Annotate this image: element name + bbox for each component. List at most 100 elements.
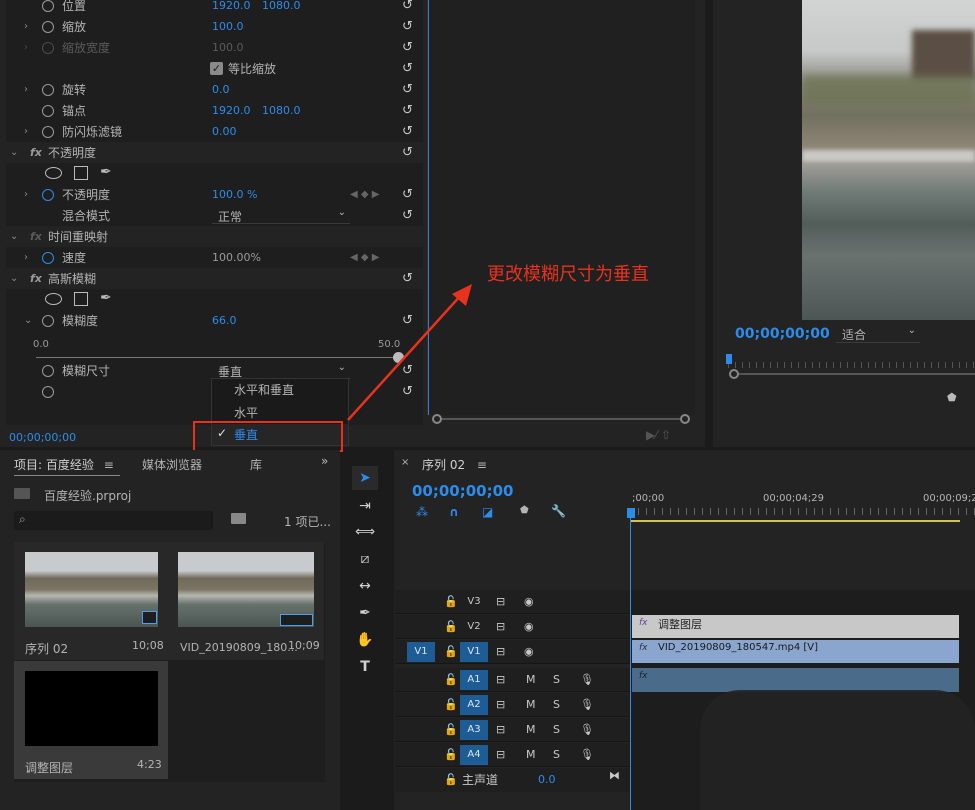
- reset-icon[interactable]: ↺: [402, 104, 416, 117]
- stopwatch-icon[interactable]: [42, 364, 54, 377]
- reset-icon[interactable]: ↺: [402, 125, 416, 138]
- reset-icon[interactable]: ↺: [402, 209, 416, 222]
- program-timecode[interactable]: 00;00;00;00: [735, 326, 830, 342]
- effect-timecode[interactable]: 00;00;00;00: [9, 431, 76, 444]
- sync-lock-icon[interactable]: ⊟: [496, 720, 505, 740]
- chevron-down-icon[interactable]: ⌄: [10, 273, 18, 284]
- tab-project[interactable]: 项目: 百度经验 ≡: [14, 456, 114, 473]
- mute-button[interactable]: M: [526, 670, 536, 690]
- blend-mode-select[interactable]: 正常 ⌄: [212, 207, 350, 224]
- chevron-right-icon[interactable]: ›: [24, 84, 34, 95]
- keyframe-nav[interactable]: ◀ ◆ ▶: [350, 189, 379, 200]
- bin-search-icon[interactable]: [231, 513, 246, 524]
- chevron-right-icon[interactable]: ›: [24, 21, 34, 32]
- overflow-icon[interactable]: »: [321, 454, 328, 468]
- solo-button[interactable]: S: [553, 745, 560, 765]
- stopwatch-icon[interactable]: [42, 0, 54, 12]
- add-marker-icon[interactable]: ⬟: [520, 505, 529, 516]
- ripple-edit-tool-icon[interactable]: ⟺: [352, 520, 378, 544]
- eye-icon[interactable]: ◉: [524, 617, 534, 637]
- lock-icon[interactable]: 🔓: [444, 720, 458, 740]
- pen-mask-icon[interactable]: ✒: [100, 164, 112, 180]
- ellipse-mask-icon[interactable]: [45, 293, 62, 305]
- wrench-icon[interactable]: 🔧: [551, 504, 566, 518]
- marker-icon[interactable]: ⬟: [947, 391, 957, 404]
- timeline-timecode[interactable]: 00;00;00;00: [412, 482, 514, 500]
- pen-tool-icon[interactable]: ✒: [352, 601, 378, 625]
- chevron-down-icon[interactable]: ⌄: [10, 147, 18, 158]
- program-zoom-handle[interactable]: [729, 369, 739, 379]
- sync-lock-icon[interactable]: ⊟: [496, 642, 505, 662]
- chevron-right-icon[interactable]: ›: [24, 189, 34, 200]
- lock-icon[interactable]: 🔓: [444, 592, 458, 612]
- keyframe-nav[interactable]: ◀ ◆ ▶: [350, 252, 379, 263]
- linked-selection-icon[interactable]: ◪: [482, 505, 493, 519]
- lock-icon[interactable]: 🔓: [444, 617, 458, 637]
- reset-icon[interactable]: ↺: [402, 41, 416, 54]
- mute-button[interactable]: M: [526, 695, 536, 715]
- ellipse-mask-icon[interactable]: [45, 167, 62, 179]
- reset-icon[interactable]: ↺: [402, 20, 416, 33]
- selection-tool-icon[interactable]: ➤: [352, 466, 378, 490]
- program-ruler[interactable]: [728, 356, 975, 368]
- reset-icon[interactable]: ↺: [402, 188, 416, 201]
- chevron-right-icon[interactable]: ›: [24, 126, 34, 137]
- sync-lock-icon[interactable]: ⊟: [496, 617, 505, 637]
- mute-button[interactable]: M: [526, 720, 536, 740]
- track-select-tool-icon[interactable]: ⇥: [352, 494, 378, 518]
- timeline-tab[interactable]: 序列 02 ≡: [422, 456, 487, 473]
- clip-video[interactable]: fx VID_20190809_180547.mp4 [V]: [632, 640, 959, 663]
- lock-icon[interactable]: 🔓: [444, 745, 458, 765]
- reset-icon[interactable]: ↺: [402, 62, 416, 75]
- eye-icon[interactable]: ◉: [524, 642, 534, 662]
- tab-library[interactable]: 库: [250, 456, 262, 473]
- rectangle-mask-icon[interactable]: [74, 292, 88, 306]
- timeline-ruler[interactable]: ;00;00 00;00;04;29 00;00;09;2: [630, 493, 975, 523]
- timeline-playhead-head[interactable]: [627, 508, 635, 518]
- dropdown-item-horizontal[interactable]: 水平: [234, 404, 258, 421]
- lock-icon[interactable]: 🔓: [444, 670, 458, 690]
- close-icon[interactable]: ×: [401, 457, 409, 468]
- stopwatch-icon[interactable]: [42, 314, 54, 327]
- lock-icon[interactable]: 🔓: [444, 642, 458, 662]
- hand-tool-icon[interactable]: ✋: [352, 628, 378, 652]
- pen-mask-icon[interactable]: ✒: [100, 290, 112, 306]
- dropdown-item-both[interactable]: 水平和垂直: [234, 381, 294, 398]
- clip-adjustment-layer[interactable]: fx 调整图层: [632, 615, 959, 638]
- razor-tool-icon[interactable]: ⧄: [352, 547, 378, 571]
- effect-export-icons[interactable]: ▶⁄ ⇧: [646, 428, 671, 442]
- sync-lock-icon[interactable]: ⊟: [496, 745, 505, 765]
- stopwatch-icon[interactable]: [42, 20, 54, 33]
- stopwatch-icon[interactable]: [42, 251, 54, 264]
- microphone-icon[interactable]: 🎙: [580, 720, 594, 740]
- sync-lock-icon[interactable]: ⊟: [496, 670, 505, 690]
- mute-button[interactable]: M: [526, 745, 536, 765]
- project-item-video[interactable]: VID_20190809_180... 10;09: [168, 542, 324, 660]
- chevron-down-icon[interactable]: ⌄: [24, 315, 34, 326]
- uniform-scale-checkbox[interactable]: ✓: [210, 62, 223, 75]
- clip-audio[interactable]: fx: [632, 668, 959, 692]
- solo-button[interactable]: S: [553, 695, 560, 715]
- microphone-icon[interactable]: 🎙: [580, 745, 594, 765]
- reset-icon[interactable]: ↺: [402, 0, 416, 12]
- slip-tool-icon[interactable]: ↔: [352, 574, 378, 598]
- blur-dimensions-select[interactable]: 垂直 ⌄: [212, 362, 350, 379]
- chevron-down-icon[interactable]: ⌄: [10, 231, 18, 242]
- project-search-input[interactable]: ⌕: [14, 511, 213, 530]
- microphone-icon[interactable]: 🎙: [580, 695, 594, 715]
- reset-icon[interactable]: ↺: [402, 83, 416, 96]
- solo-button[interactable]: S: [553, 670, 560, 690]
- solo-button[interactable]: S: [553, 720, 560, 740]
- lock-icon[interactable]: 🔓: [444, 770, 458, 790]
- microphone-icon[interactable]: 🎙: [580, 670, 594, 690]
- snap-icon[interactable]: ∩: [449, 505, 459, 519]
- chevron-right-icon[interactable]: ›: [24, 252, 34, 263]
- stopwatch-icon[interactable]: [42, 125, 54, 138]
- stopwatch-icon[interactable]: [42, 104, 54, 117]
- stopwatch-icon[interactable]: [42, 188, 54, 201]
- program-zoom-bar[interactable]: [739, 373, 975, 375]
- sync-lock-icon[interactable]: ⊟: [496, 695, 505, 715]
- reset-icon[interactable]: ↺: [402, 146, 416, 159]
- type-tool-icon[interactable]: T: [352, 655, 378, 679]
- stopwatch-icon[interactable]: [42, 83, 54, 96]
